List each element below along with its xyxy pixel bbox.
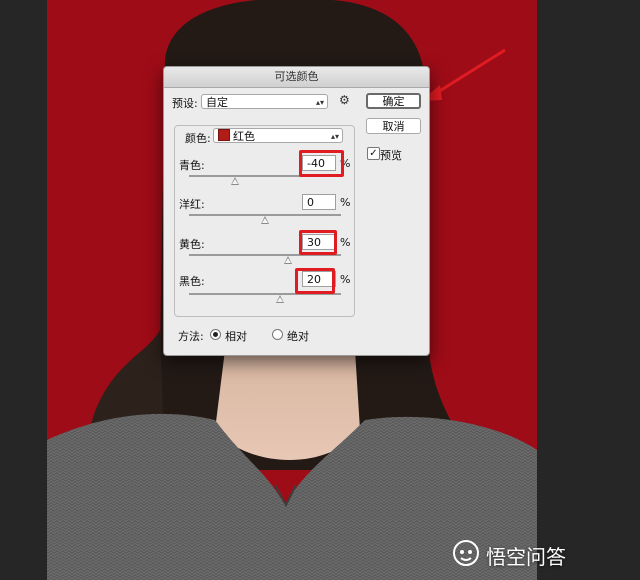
select-arrows-icon: ▴▾ [330,132,339,141]
yellow-label: 黄色: [179,238,205,251]
cyan-label: 青色: [179,159,205,172]
colors-value: 红色 [233,130,255,143]
method-relative-label: 相对 [225,330,247,343]
radio-selected-dot [213,332,218,337]
watermark: 悟空问答 [453,540,566,570]
watermark-text: 悟空问答 [486,545,566,569]
method-absolute-label: 绝对 [287,330,309,343]
yellow-slider-thumb[interactable] [283,256,292,264]
colors-label: 颜色: [185,132,211,145]
preset-select[interactable]: 自定 ▴▾ [201,94,328,109]
select-arrows-icon: ▴▾ [315,98,324,107]
magenta-value-input[interactable]: 0 [302,194,336,210]
dialog-title: 可选颜色 [164,67,429,88]
cancel-button[interactable]: 取消 [366,118,421,134]
method-label: 方法: [178,330,204,343]
preview-checkbox[interactable]: ✓ [367,147,380,160]
magenta-label: 洋红: [179,198,205,211]
yellow-percent: % [340,236,351,249]
black-slider-thumb[interactable] [276,295,285,303]
cyan-highlight-box [299,150,344,177]
red-swatch-icon [218,129,230,141]
preset-label: 预设: [172,97,198,110]
black-percent: % [340,273,351,286]
preview-label: 预览 [380,149,402,162]
ok-button[interactable]: 确定 [366,93,421,109]
magenta-slider-thumb[interactable] [261,216,269,224]
colors-select[interactable]: 红色 ▴▾ [213,128,343,143]
gear-icon[interactable]: ⚙ [339,93,350,107]
method-absolute-radio[interactable] [272,329,283,340]
cyan-slider-thumb[interactable] [230,177,239,185]
magenta-percent: % [340,196,351,209]
black-label: 黑色: [179,275,205,288]
black-highlight-box [295,268,335,294]
yellow-highlight-box [299,230,337,255]
wukong-logo-icon [453,540,479,566]
color-adjust-group: 颜色: 红色 ▴▾ 青色: -40 % 洋红: 0 % 黄色: 30 % 黑色:… [174,125,355,317]
method-relative-radio[interactable] [210,329,221,340]
preset-value: 自定 [206,96,228,109]
selective-color-dialog: 可选颜色 预设: 自定 ▴▾ ⚙ 确定 取消 ✓ 预览 颜色: 红色 ▴▾ 青色… [163,66,430,356]
